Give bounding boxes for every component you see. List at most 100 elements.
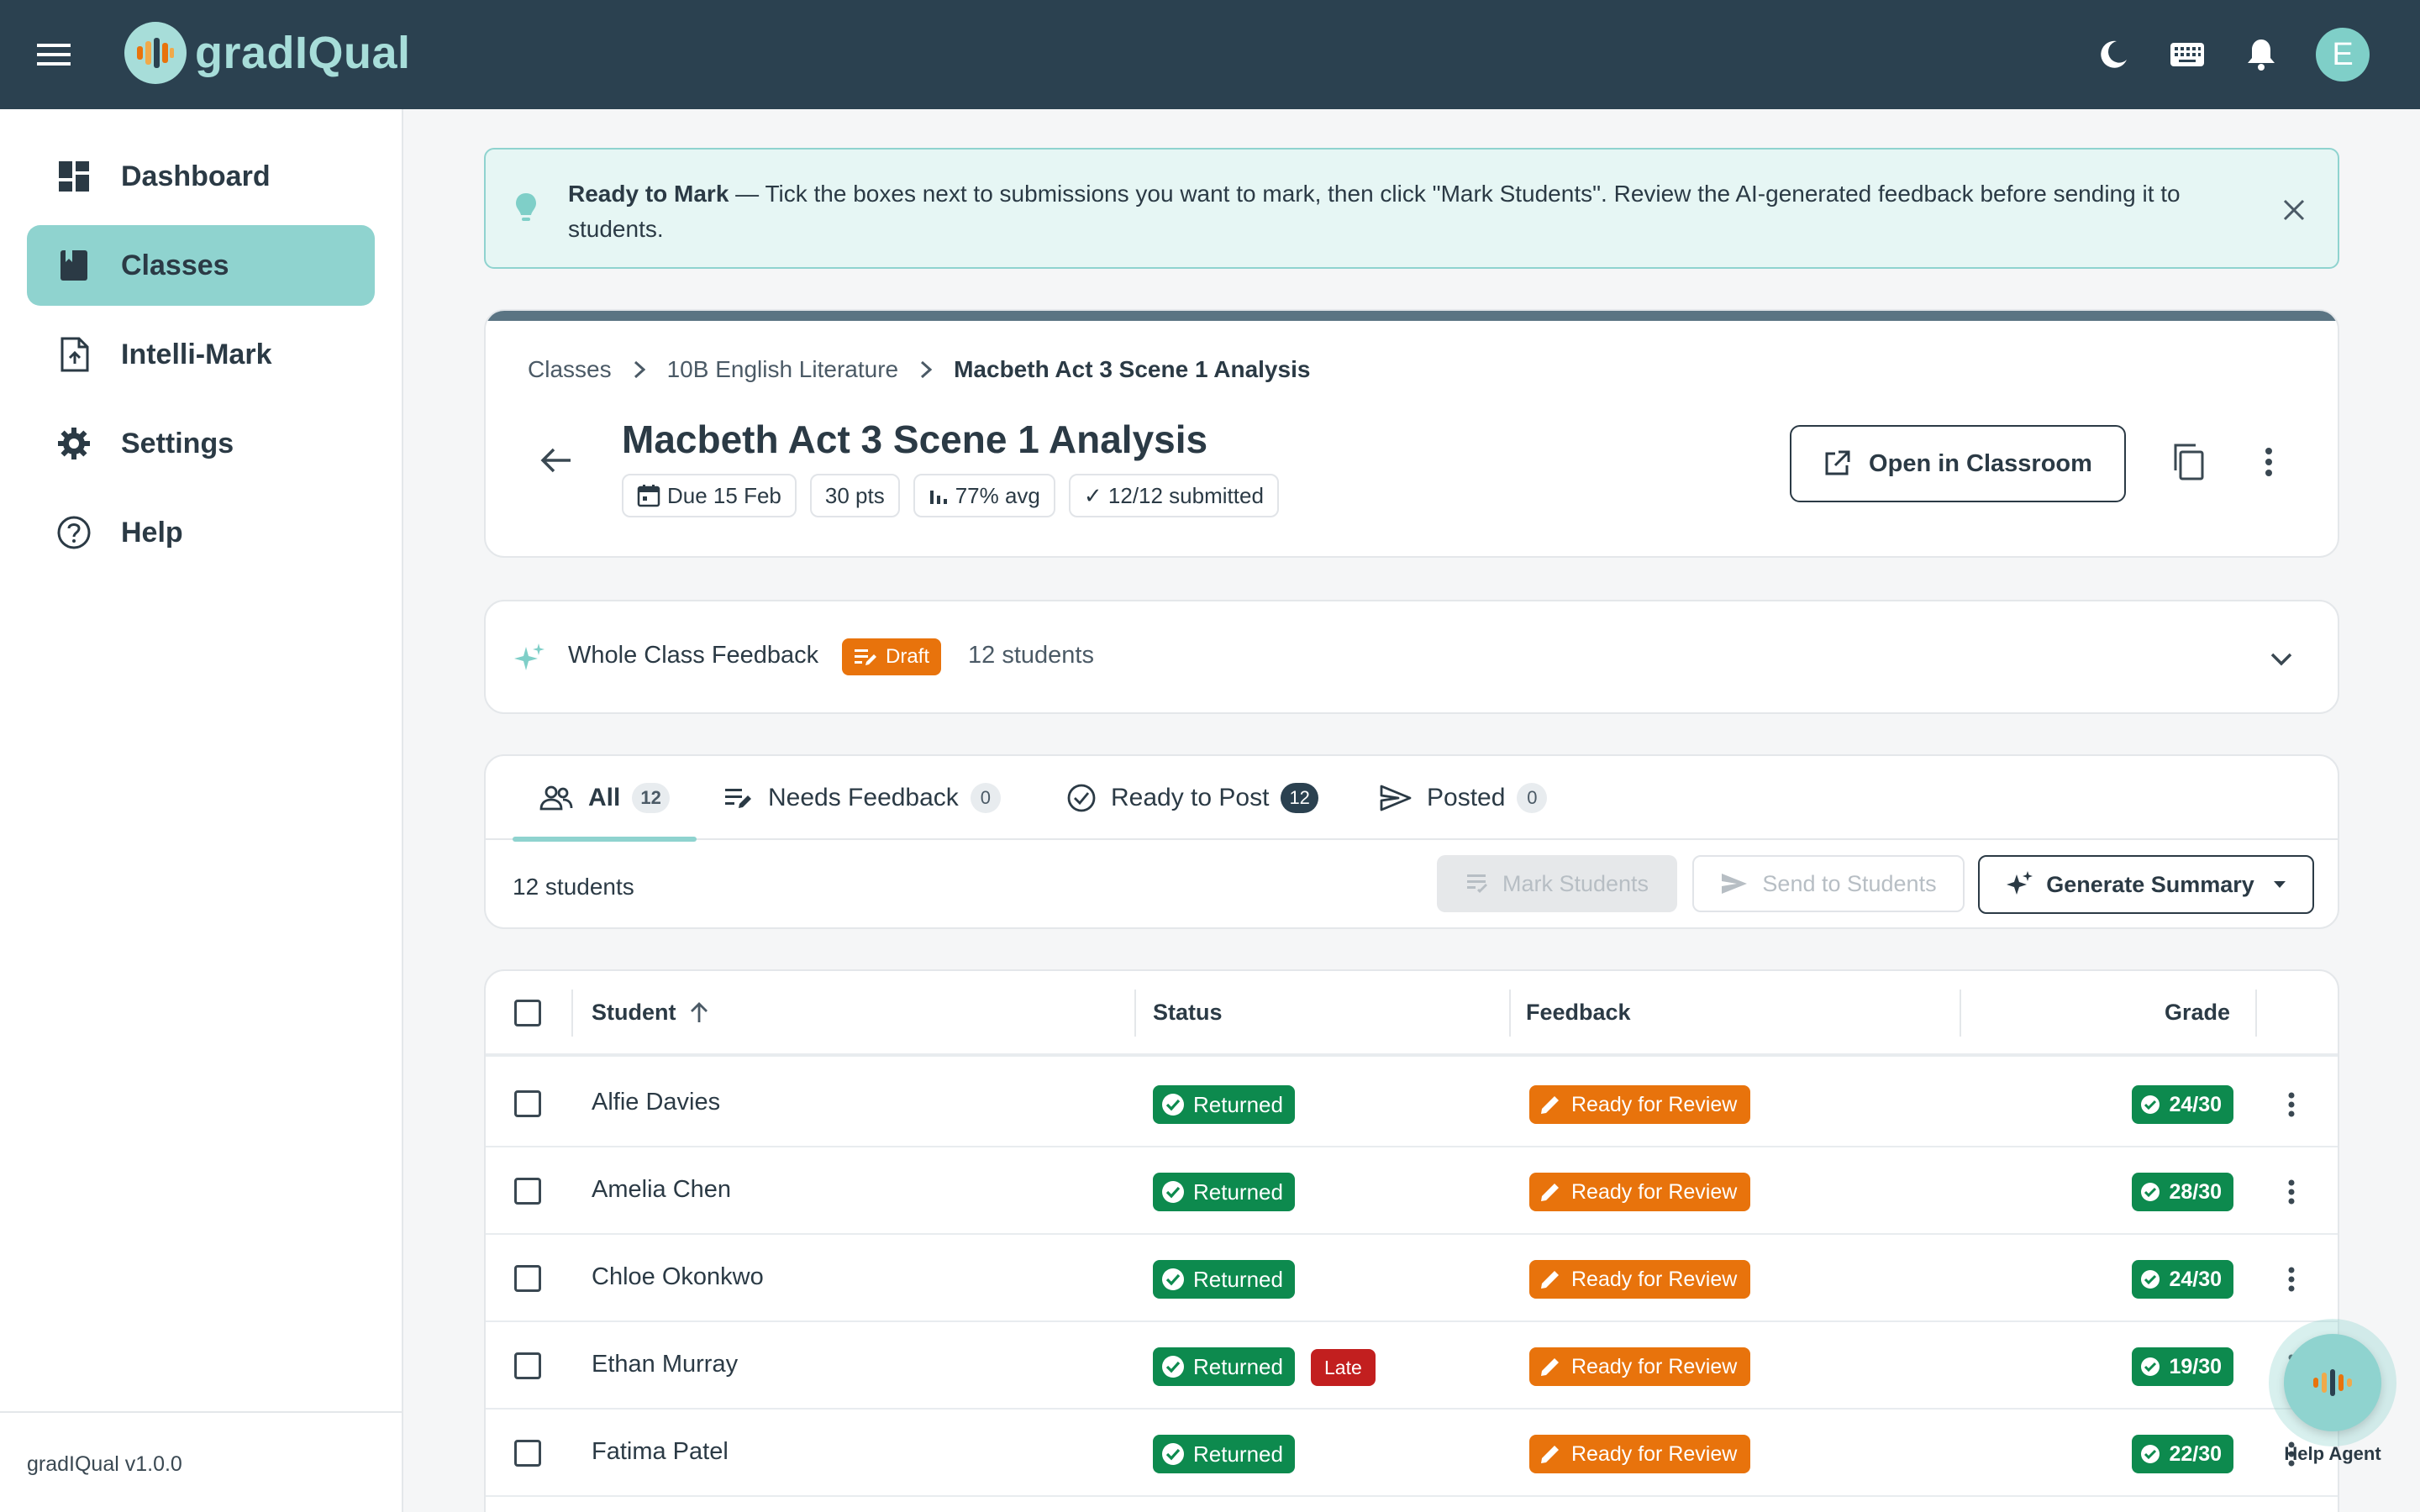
more-vert-icon[interactable] xyxy=(2270,1084,2312,1126)
status-badge: Returned xyxy=(1153,1435,1295,1473)
submitted-text: ✓ 12/12 submitted xyxy=(1083,482,1264,508)
sidebar-item-label: Settings xyxy=(121,427,234,459)
row-checkbox[interactable] xyxy=(514,1178,541,1205)
tab-posted-label: Posted xyxy=(1427,784,1506,811)
logo-waveform-icon xyxy=(124,22,187,84)
status-badge: Returned xyxy=(1153,1260,1295,1299)
column-status[interactable]: Status xyxy=(1153,1000,1223,1026)
send-to-students-label: Send to Students xyxy=(1762,870,1937,896)
more-vert-icon[interactable] xyxy=(2270,1171,2312,1213)
points-text: 30 pts xyxy=(824,482,885,508)
pencil-icon xyxy=(1539,1094,1561,1116)
app-logo[interactable]: gradIQual xyxy=(124,22,411,84)
grade-value: 19/30 xyxy=(2169,1354,2222,1378)
students-table: Student Status Feedback Grade Alfie Davi… xyxy=(484,969,2339,1512)
breadcrumb-current: Macbeth Act 3 Scene 1 Analysis xyxy=(954,356,1311,382)
feedback-badge[interactable]: Ready for Review xyxy=(1529,1260,1751,1299)
column-divider xyxy=(571,990,573,1037)
tab-ready-to-post[interactable]: Ready to Post 12 xyxy=(1067,756,1318,840)
row-checkbox[interactable] xyxy=(514,1440,541,1467)
filter-tabs: All 12 Needs Feedback 0 Ready to Post 12… xyxy=(486,756,2338,842)
sidebar-item-help[interactable]: Help xyxy=(27,492,375,573)
checklist-icon xyxy=(1465,872,1489,895)
assignment-meta: Due 15 Feb 30 pts 77% avg ✓ 12/12 submit… xyxy=(622,474,1292,517)
check-circle-icon xyxy=(2140,1357,2160,1377)
sidebar-item-label: Dashboard xyxy=(121,160,271,192)
table-row[interactable]: Ethan Murray Returned Late Ready for Review… xyxy=(486,1322,2338,1410)
row-checkbox[interactable] xyxy=(514,1352,541,1379)
generate-summary-label: Generate Summary xyxy=(2046,871,2254,897)
row-checkbox[interactable] xyxy=(514,1090,541,1117)
help-agent-button[interactable] xyxy=(2284,1334,2381,1431)
whole-class-feedback-panel[interactable]: Whole Class Feedback Draft 12 students xyxy=(484,600,2339,714)
top-bar: gradIQual E xyxy=(0,0,2420,109)
table-row[interactable]: Amelia Chen Returned Ready for Review 28/30 xyxy=(486,1147,2338,1235)
generate-summary-button[interactable]: Generate Summary xyxy=(1978,855,2314,914)
status-badge: Returned xyxy=(1153,1347,1295,1386)
sidebar-item-dashboard[interactable]: Dashboard xyxy=(27,136,375,217)
tab-posted-count: 0 xyxy=(1517,783,1548,813)
back-arrow-icon[interactable] xyxy=(533,437,580,484)
grade-value: 28/30 xyxy=(2169,1179,2222,1204)
draft-badge-label: Draft xyxy=(886,645,930,668)
row-checkbox[interactable] xyxy=(514,1265,541,1292)
feedback-label: Ready for Review xyxy=(1571,1179,1738,1204)
table-row[interactable]: Alfie Davies Returned Ready for Review 24/3… xyxy=(486,1060,2338,1147)
status-label: Returned xyxy=(1193,1266,1283,1292)
more-vert-icon[interactable] xyxy=(2270,1258,2312,1300)
send-icon xyxy=(1720,872,1749,895)
user-avatar[interactable]: E xyxy=(2316,28,2370,81)
tab-needs-feedback-label: Needs Feedback xyxy=(768,784,959,811)
open-in-classroom-button[interactable]: Open in Classroom xyxy=(1790,425,2126,502)
check-circle-icon xyxy=(2140,1182,2160,1202)
check-circle-icon xyxy=(2140,1444,2160,1464)
column-feedback[interactable]: Feedback xyxy=(1526,1000,1631,1026)
close-icon[interactable] xyxy=(2275,192,2312,228)
keyboard-icon[interactable] xyxy=(2158,25,2217,84)
send-to-students-button[interactable]: Send to Students xyxy=(1692,855,1965,912)
sidebar-item-classes[interactable]: Classes xyxy=(27,225,375,306)
feedback-badge[interactable]: Ready for Review xyxy=(1529,1085,1751,1124)
column-grade[interactable]: Grade xyxy=(2165,1000,2230,1026)
student-name[interactable]: Chloe Okonkwo xyxy=(592,1263,764,1291)
tab-ready-to-post-count: 12 xyxy=(1281,783,1318,813)
moon-icon[interactable] xyxy=(2084,25,2143,84)
students-count: 12 students xyxy=(513,874,634,900)
tab-all[interactable]: All 12 xyxy=(513,756,697,842)
tab-needs-feedback-count: 0 xyxy=(970,783,1001,813)
status-label: Returned xyxy=(1193,1179,1283,1205)
menu-icon[interactable] xyxy=(34,34,74,75)
more-vert-icon[interactable] xyxy=(2244,437,2294,487)
sidebar-item-settings[interactable]: Settings xyxy=(27,403,375,484)
select-all-checkbox[interactable] xyxy=(514,1000,541,1026)
feedback-badge[interactable]: Ready for Review xyxy=(1529,1347,1751,1386)
sparkles-icon xyxy=(2006,870,2034,899)
chevron-down-icon[interactable] xyxy=(2260,638,2302,680)
copy-icon[interactable] xyxy=(2163,437,2213,487)
feedback-badge[interactable]: Ready for Review xyxy=(1529,1173,1751,1211)
student-name[interactable]: Alfie Davies xyxy=(592,1089,720,1116)
sidebar-item-intelli-mark[interactable]: Intelli-Mark xyxy=(27,314,375,395)
student-name[interactable]: Ethan Murray xyxy=(592,1351,738,1378)
breadcrumb: Classes 10B English Literature Macbeth A… xyxy=(528,356,1310,383)
draft-badge: Draft xyxy=(842,638,942,675)
open-in-classroom-label: Open in Classroom xyxy=(1869,449,2092,477)
column-student[interactable]: Student xyxy=(592,1000,708,1026)
book-icon xyxy=(55,247,92,284)
breadcrumb-classes[interactable]: Classes xyxy=(528,356,612,383)
feedback-badge[interactable]: Ready for Review xyxy=(1529,1435,1751,1473)
table-row[interactable]: Chloe Okonkwo Returned Ready for Review 24/… xyxy=(486,1235,2338,1322)
due-date-text: Due 15 Feb xyxy=(667,482,781,508)
mark-students-button[interactable]: Mark Students xyxy=(1437,855,1677,912)
table-row[interactable]: Fatima Patel Returned Ready for Review 22/3… xyxy=(486,1410,2338,1497)
bell-icon[interactable] xyxy=(2232,25,2291,84)
student-name[interactable]: Fatima Patel xyxy=(592,1438,729,1466)
submissions-toolbar-card: All 12 Needs Feedback 0 Ready to Post 12… xyxy=(484,754,2339,929)
tab-needs-feedback[interactable]: Needs Feedback 0 xyxy=(724,756,1001,840)
sidebar-divider xyxy=(0,1411,402,1413)
column-student-label: Student xyxy=(592,1000,676,1025)
app-version: gradIQual v1.0.0 xyxy=(27,1452,182,1476)
student-name[interactable]: Amelia Chen xyxy=(592,1176,731,1204)
breadcrumb-class[interactable]: 10B English Literature xyxy=(667,356,899,383)
tab-posted[interactable]: Posted 0 xyxy=(1380,756,1548,840)
